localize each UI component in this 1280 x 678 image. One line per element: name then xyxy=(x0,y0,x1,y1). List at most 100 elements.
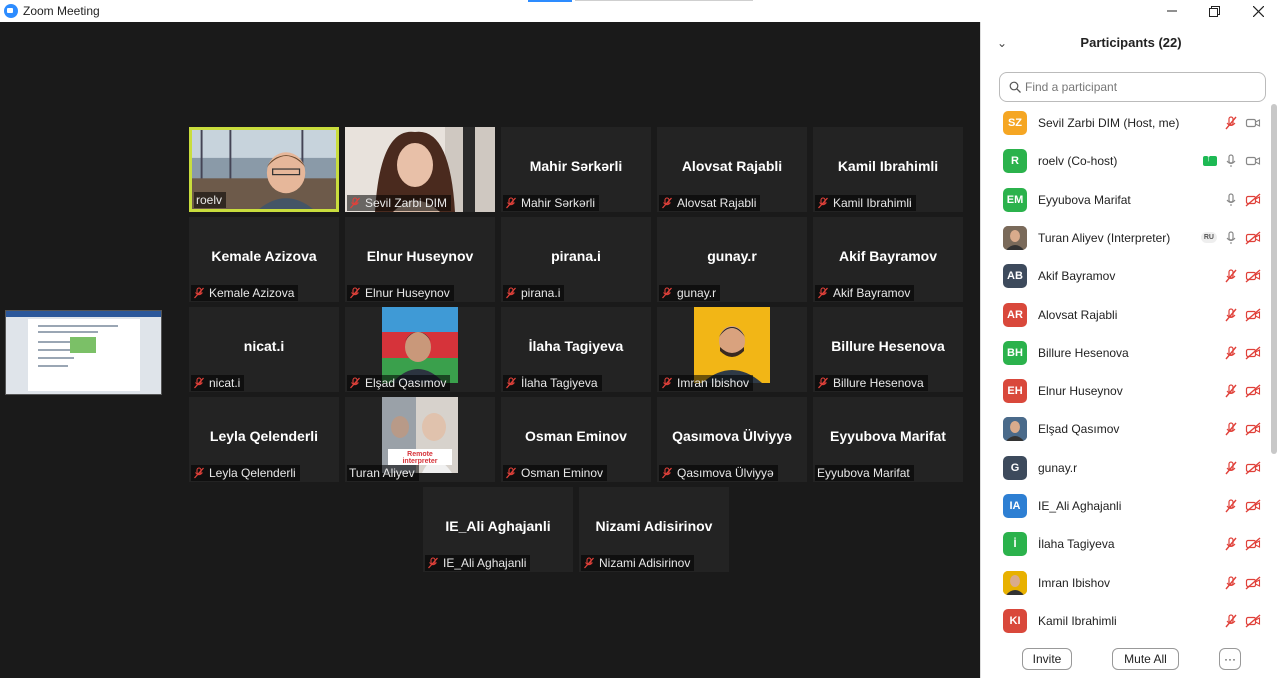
video-tile[interactable]: IE_Ali Aghajanli IE_Ali Aghajanli xyxy=(423,487,573,572)
mic-muted-icon[interactable] xyxy=(1223,268,1239,284)
video-tile[interactable]: Elnur Huseynov Elnur Huseynov xyxy=(345,217,495,302)
participant-row[interactable]: Rroelv (Co-host) xyxy=(981,142,1271,180)
participant-controls xyxy=(1223,460,1261,476)
title-indicator xyxy=(528,0,572,2)
video-tile[interactable]: Nizami Adisirinov Nizami Adisirinov xyxy=(579,487,729,572)
video-tile[interactable]: pirana.i pirana.i xyxy=(501,217,651,302)
restore-button[interactable] xyxy=(1192,0,1236,22)
close-button[interactable] xyxy=(1236,0,1280,22)
mic-icon[interactable] xyxy=(1223,192,1239,208)
participant-name: Kamil Ibrahimli xyxy=(1038,613,1117,628)
participant-row[interactable]: EM Eyyubova Marifat xyxy=(981,181,1271,219)
video-off-icon[interactable] xyxy=(1245,575,1261,591)
mute-all-button[interactable]: Mute All xyxy=(1112,648,1179,670)
video-off-icon[interactable] xyxy=(1245,268,1261,284)
shared-screen-thumbnail[interactable] xyxy=(5,310,162,395)
participant-row[interactable]: AR Alovsat Rajabli xyxy=(981,296,1271,334)
video-tile[interactable]: Qasımova Ülviyyə Qasımova Ülviyyə xyxy=(657,397,807,482)
mic-muted-icon xyxy=(350,377,360,389)
video-off-icon[interactable] xyxy=(1245,307,1261,323)
video-camera-icon[interactable] xyxy=(1245,153,1261,169)
mic-icon[interactable] xyxy=(1223,153,1239,169)
participant-row[interactable]: İ İlaha Tagiyeva xyxy=(981,525,1271,563)
mic-muted-icon xyxy=(818,197,828,209)
video-off-icon[interactable] xyxy=(1245,345,1261,361)
mic-muted-icon[interactable] xyxy=(1223,307,1239,323)
tile-display-name: Akif Bayramov xyxy=(838,248,938,264)
participant-search[interactable] xyxy=(999,72,1266,102)
video-tile[interactable]: İlaha Tagiyeva İlaha Tagiyeva xyxy=(501,307,651,392)
video-tile[interactable]: Akif Bayramov Akif Bayramov xyxy=(813,217,963,302)
tile-display-name: Alovsat Rajabli xyxy=(681,158,783,174)
participant-controls xyxy=(1223,498,1261,514)
video-tile[interactable]: Kemale Azizova Kemale Azizova xyxy=(189,217,339,302)
video-tile[interactable]: roelv xyxy=(189,127,339,212)
video-tile[interactable]: nicat.i nicat.i xyxy=(189,307,339,392)
video-off-icon[interactable] xyxy=(1245,421,1261,437)
mic-muted-icon[interactable] xyxy=(1223,345,1239,361)
participant-row[interactable]: SZ Sevil Zarbi DIM (Host, me) xyxy=(981,104,1271,142)
invite-button[interactable]: Invite xyxy=(1022,648,1072,670)
mic-muted-icon[interactable] xyxy=(1223,115,1239,131)
video-tile[interactable]: Remote interpreter Turan Aliyev xyxy=(345,397,495,482)
video-off-icon[interactable] xyxy=(1245,536,1261,552)
participant-row[interactable]: KI Kamil Ibrahimli xyxy=(981,602,1271,634)
tile-label-text: nicat.i xyxy=(209,376,241,390)
participant-row[interactable]: Turan Aliyev (Interpreter) RU xyxy=(981,219,1271,257)
video-off-icon[interactable] xyxy=(1245,613,1261,629)
tile-label-text: Eyyubova Marifat xyxy=(817,466,910,480)
participant-controls xyxy=(1223,536,1261,552)
minimize-button[interactable] xyxy=(1150,0,1194,22)
tile-name-label: nicat.i xyxy=(191,375,245,391)
mic-muted-icon[interactable] xyxy=(1223,421,1239,437)
mic-muted-icon[interactable] xyxy=(1223,498,1239,514)
avatar-photo xyxy=(1003,417,1027,442)
mic-muted-icon[interactable] xyxy=(1223,575,1239,591)
search-input[interactable] xyxy=(1025,80,1255,94)
participant-row[interactable]: IA IE_Ali Aghajanli xyxy=(981,487,1271,525)
participant-controls xyxy=(1223,575,1261,591)
video-tile[interactable]: Billure Hesenova Billure Hesenova xyxy=(813,307,963,392)
tile-name-label: Elşad Qasımov xyxy=(347,375,451,391)
panel-header: ⌄ Participants (22) xyxy=(981,22,1280,64)
mic-icon[interactable] xyxy=(1223,230,1239,246)
participant-row[interactable]: Elşad Qasımov xyxy=(981,410,1271,448)
avatar xyxy=(1003,417,1027,442)
participant-row[interactable]: AB Akif Bayramov xyxy=(981,257,1271,295)
participant-row[interactable]: EH Elnur Huseynov xyxy=(981,372,1271,410)
video-camera-icon[interactable] xyxy=(1245,115,1261,131)
close-icon xyxy=(1252,5,1264,17)
mic-muted-icon[interactable] xyxy=(1223,613,1239,629)
tile-name-label: Nizami Adisirinov xyxy=(581,555,695,571)
video-tile[interactable]: Eyyubova Marifat Eyyubova Marifat xyxy=(813,397,963,482)
video-tile[interactable]: Sevil Zarbi DIM xyxy=(345,127,495,212)
mic-muted-icon[interactable] xyxy=(1223,383,1239,399)
mic-muted-icon xyxy=(662,197,672,209)
more-options-button[interactable]: ··· xyxy=(1219,648,1241,670)
participant-name: Eyyubova Marifat xyxy=(1038,192,1131,207)
video-off-icon[interactable] xyxy=(1245,192,1261,208)
video-off-icon[interactable] xyxy=(1245,498,1261,514)
video-off-icon[interactable] xyxy=(1245,383,1261,399)
video-tile[interactable]: Mahir Sərkərli Mahir Sərkərli xyxy=(501,127,651,212)
video-tile[interactable]: Osman Eminov Osman Eminov xyxy=(501,397,651,482)
video-off-icon[interactable] xyxy=(1245,230,1261,246)
video-tile[interactable]: gunay.r gunay.r xyxy=(657,217,807,302)
video-tile[interactable]: Imran Ibishov xyxy=(657,307,807,392)
participant-row[interactable]: Ggunay.r xyxy=(981,449,1271,487)
video-tile[interactable]: Kamil Ibrahimli Kamil Ibrahimli xyxy=(813,127,963,212)
tile-label-text: Leyla Qelenderli xyxy=(209,466,296,480)
video-off-icon[interactable] xyxy=(1245,460,1261,476)
video-tile[interactable]: Leyla Qelenderli Leyla Qelenderli xyxy=(189,397,339,482)
mic-muted-icon[interactable] xyxy=(1223,536,1239,552)
participant-row[interactable]: BH Billure Hesenova xyxy=(981,334,1271,372)
participant-controls xyxy=(1223,307,1261,323)
participant-row[interactable]: Imran Ibishov xyxy=(981,564,1271,602)
doc-line xyxy=(38,325,118,327)
video-tile[interactable]: Alovsat Rajabli Alovsat Rajabli xyxy=(657,127,807,212)
tile-display-name: Leyla Qelenderli xyxy=(209,428,319,444)
panel-scrollbar[interactable] xyxy=(1271,104,1277,454)
video-tile[interactable]: Elşad Qasımov xyxy=(345,307,495,392)
tile-label-text: Kemale Azizova xyxy=(209,286,295,300)
mic-muted-icon[interactable] xyxy=(1223,460,1239,476)
